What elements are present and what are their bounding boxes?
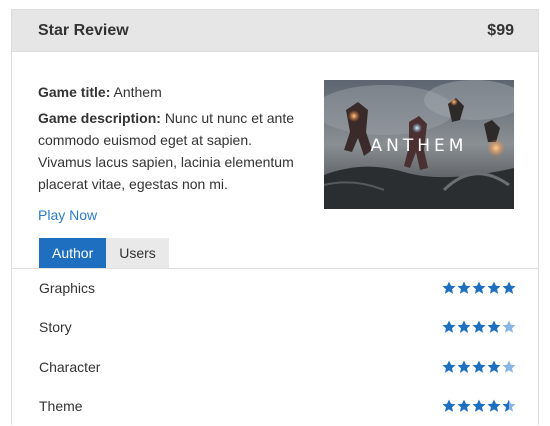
star-full-icon [472, 320, 486, 333]
game-logo-text: ANTHEM [371, 136, 468, 156]
rating-row-graphics: Graphics [12, 269, 538, 308]
star-rating [442, 320, 517, 334]
star-rating [442, 399, 517, 413]
star-full-icon [442, 320, 456, 333]
game-details: Game title: Anthem Game description: Nun… [38, 81, 308, 226]
star-full-icon [487, 360, 501, 373]
game-cover-image: ANTHEM [324, 80, 514, 209]
star-full-icon [487, 399, 501, 412]
star-full-icon [457, 360, 471, 373]
play-now-link[interactable]: Play Now [38, 204, 97, 226]
star-full-icon [487, 281, 501, 294]
game-info: Game title: Anthem Game description: Nun… [12, 52, 538, 238]
rating-label: Character [39, 358, 101, 375]
rating-list: Graphics Story Character Theme [12, 269, 538, 426]
star-full-icon [487, 320, 501, 333]
card-title: Star Review [38, 21, 129, 39]
rating-row-theme: Theme [12, 387, 538, 426]
game-description-line: Game description: Nunc ut nunc et ante c… [38, 107, 308, 195]
star-full-icon [457, 320, 471, 333]
star-full-icon [457, 281, 471, 294]
star-rating [442, 281, 517, 295]
review-card: Star Review $99 Game title: Anthem Game … [11, 9, 539, 425]
rating-row-character: Character [12, 348, 538, 387]
game-title-line: Game title: Anthem [38, 81, 308, 103]
star-full-icon [502, 281, 516, 294]
star-full-icon [442, 281, 456, 294]
rating-row-story: Story [12, 308, 538, 347]
star-rating [442, 360, 517, 374]
tab-author[interactable]: Author [39, 238, 107, 268]
star-full-icon [442, 360, 456, 373]
tab-users[interactable]: Users [106, 238, 169, 268]
star-empty-icon [502, 360, 516, 373]
star-full-icon [472, 360, 486, 373]
star-half-icon [502, 399, 516, 412]
rating-label: Story [39, 319, 72, 336]
star-full-icon [442, 399, 456, 412]
game-title-value: Anthem [113, 84, 162, 100]
game-description-label: Game description: [38, 110, 161, 126]
rating-label: Theme [39, 397, 83, 414]
star-full-icon [457, 399, 471, 412]
star-full-icon [472, 399, 486, 412]
card-header: Star Review $99 [12, 10, 538, 52]
star-empty-icon [502, 320, 516, 333]
star-full-icon [472, 281, 486, 294]
game-title-label: Game title: [38, 84, 111, 100]
rating-tabs: Author Users [39, 238, 169, 268]
price-label: $99 [487, 21, 514, 39]
rating-label: Graphics [39, 280, 96, 296]
